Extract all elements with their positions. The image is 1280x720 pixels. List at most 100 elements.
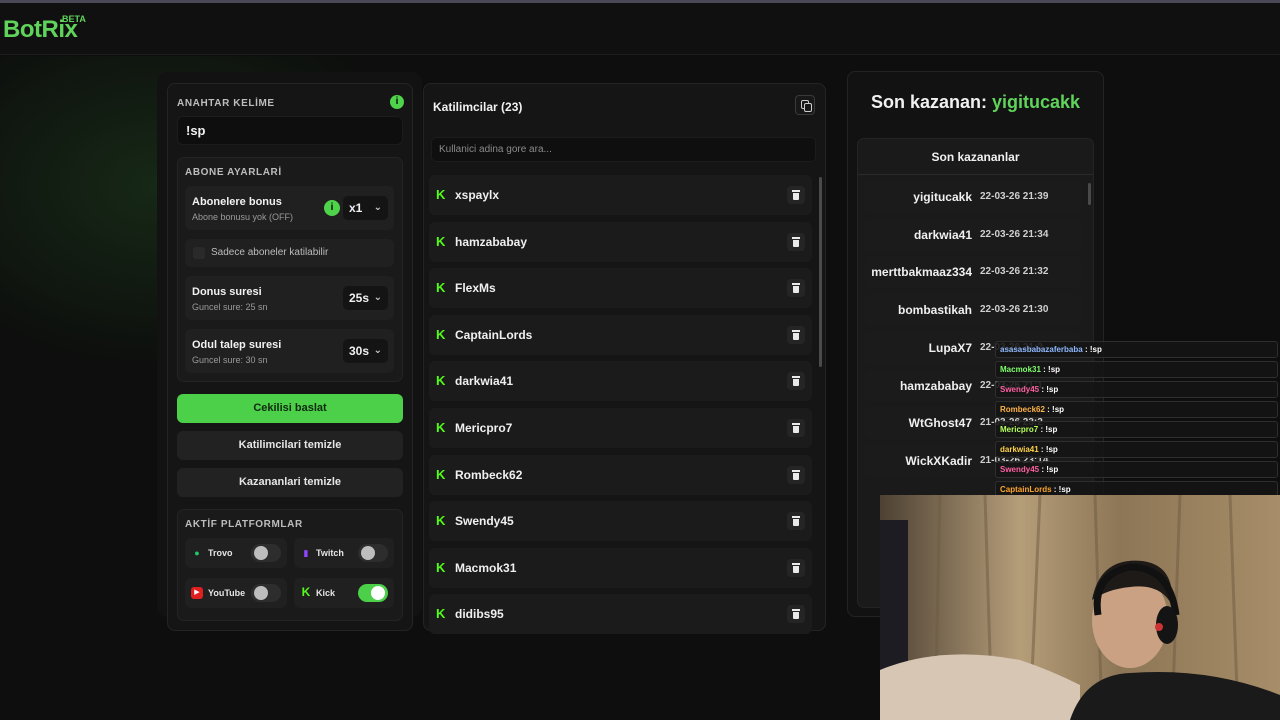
winner-row: yigitucakk 22-03-26 21:39 <box>864 181 1082 213</box>
chat-text: !sp <box>1046 385 1059 394</box>
last-winner-heading: Son kazanan: yigitucakk <box>847 92 1104 113</box>
chat-message: Macmok31 : !sp <box>995 361 1278 378</box>
subscriber-bonus-subtitle: Abone bonusu yok (OFF) <box>192 212 294 222</box>
recent-winners-divider <box>858 174 1093 175</box>
winner-name: darkwia41 <box>913 227 972 242</box>
kick-icon: K <box>436 373 446 389</box>
kick-icon: K <box>301 585 311 599</box>
active-platforms-label: AKTİF PLATFORMLAR <box>185 519 303 530</box>
participant-name: Macmok31 <box>455 560 517 575</box>
bonus-duration-subtitle: Guncel sure: 25 sn <box>192 302 268 312</box>
participants-title: Katilimcilar (23) <box>433 100 523 114</box>
winner-row: darkwia41 22-03-26 21:34 <box>864 218 1082 251</box>
winner-name: WtGhost47 <box>908 416 972 431</box>
only-subscribers-checkbox[interactable] <box>193 247 205 259</box>
chat-username: Swendy45 <box>1000 385 1040 394</box>
claim-duration-select[interactable]: 30s ⌄ <box>343 339 388 363</box>
platform-youtube-toggle[interactable] <box>251 584 281 602</box>
participant-row[interactable]: K CaptainLords <box>429 314 812 355</box>
kick-icon: K <box>436 326 446 342</box>
winner-name: bombastikah <box>897 303 972 318</box>
kick-icon: K <box>436 466 446 482</box>
chat-username: darkwia41 <box>1000 445 1039 454</box>
bonus-duration-select[interactable]: 25s ⌄ <box>343 286 388 310</box>
youtube-icon: ▶ <box>191 587 203 599</box>
trash-icon[interactable] <box>787 465 805 484</box>
chat-message: Swendy45 : !sp <box>995 381 1278 398</box>
chevron-down-icon: ⌄ <box>373 202 382 213</box>
subscriber-bonus-select-value: x1 <box>349 201 363 215</box>
participant-row[interactable]: Khamzababay <box>429 221 812 262</box>
subscriber-bonus-select[interactable]: x1 ⌄ <box>343 196 388 220</box>
participant-row[interactable]: K FlexMs <box>429 268 812 309</box>
claim-duration-select-value: 30s <box>349 344 370 358</box>
participant-row[interactable]: K Rombeck62 <box>429 454 812 495</box>
trash-icon[interactable] <box>787 186 805 204</box>
subscriber-bonus-info-icon[interactable]: i <box>324 200 340 216</box>
chat-text: !sp <box>1048 365 1061 374</box>
participant-search-input[interactable]: Kullanici adina gore ara... <box>431 137 816 162</box>
chat-text: !sp <box>1052 405 1065 414</box>
winner-name: hamzababay <box>899 378 972 393</box>
trash-icon[interactable] <box>787 419 805 437</box>
chat-separator: : <box>1044 405 1053 414</box>
trash-icon[interactable] <box>787 279 805 298</box>
chat-message: Rombeck62 : !sp <box>995 401 1278 418</box>
platform-kick-label: Kick <box>316 588 336 598</box>
participant-name: xspaylx <box>455 188 500 202</box>
keyword-label: ANAHTAR KELİME <box>177 98 275 109</box>
clear-winners-button[interactable]: Kazananlari temizle <box>177 468 403 497</box>
participant-row[interactable]: Kdarkwia41 <box>429 361 812 402</box>
platform-kick-toggle[interactable] <box>358 584 388 602</box>
chat-text: !sp <box>1045 445 1058 454</box>
twitch-icon: ▮ <box>303 548 309 558</box>
trash-icon[interactable] <box>787 605 805 624</box>
bonus-duration-select-value: 25s <box>349 291 370 305</box>
chat-separator: : <box>1051 485 1059 494</box>
winner-row: bombastikah 22-03-26 21:30 <box>864 294 1082 327</box>
only-subscribers-row[interactable]: Sadece aboneler katilabilir <box>185 239 394 267</box>
participant-row[interactable]: K Swendy45 <box>429 501 812 542</box>
keyword-info-icon[interactable]: i <box>390 95 404 109</box>
participant-row[interactable]: Kxspaylx <box>429 175 812 215</box>
chat-text: !sp <box>1058 485 1071 494</box>
kick-icon: K <box>436 233 446 249</box>
platform-twitch-row: ▮ Twitch <box>294 538 394 568</box>
claim-duration-subtitle: Guncel sure: 30 sn <box>192 355 268 365</box>
copy-icon[interactable] <box>795 95 815 115</box>
chat-text: !sp <box>1045 425 1058 434</box>
winner-date: 22-03-26 21:30 <box>980 304 1049 316</box>
trash-icon[interactable] <box>787 372 805 391</box>
clear-participants-button[interactable]: Katilimcilari temizle <box>177 431 403 460</box>
keyword-input[interactable]: !sp <box>177 116 403 145</box>
trash-icon[interactable] <box>787 558 805 577</box>
trash-icon[interactable] <box>787 512 805 531</box>
chat-message: Swendy45 : !sp <box>995 461 1278 478</box>
chat-text: !sp <box>1089 345 1102 354</box>
participant-row[interactable]: K Macmok31 <box>429 547 812 588</box>
participants-scrollbar[interactable] <box>819 177 822 367</box>
winners-scrollbar[interactable] <box>1088 183 1091 205</box>
trash-icon[interactable] <box>787 232 805 251</box>
platform-twitch-toggle[interactable] <box>358 544 388 562</box>
trash-icon[interactable] <box>787 325 805 344</box>
chat-separator: : <box>1040 365 1049 374</box>
trovo-icon: ● <box>194 548 200 558</box>
bonus-duration-row: Donus suresi Guncel sure: 25 sn 25s ⌄ <box>185 276 394 320</box>
chat-username: CaptainLords <box>1000 485 1052 494</box>
recent-winners-title: Son kazananlar <box>931 150 1020 164</box>
participant-name: Swendy45 <box>455 514 514 529</box>
winner-date: 22-03-26 21:32 <box>980 266 1049 278</box>
platform-trovo-toggle[interactable] <box>251 544 281 562</box>
chat-username: Mericpro7 <box>1000 425 1039 434</box>
kick-icon: K <box>436 606 446 622</box>
last-winner-prefix: Son kazanan: <box>870 92 987 112</box>
participant-row[interactable]: Kdidibs95 <box>429 594 812 635</box>
webcam-image <box>880 495 1280 720</box>
platform-twitch-label: Twitch <box>316 548 344 558</box>
kick-icon: K <box>436 187 446 202</box>
participant-row[interactable]: K Mericpro7 <box>429 408 812 448</box>
start-giveaway-button[interactable]: Cekilisi baslat <box>177 394 403 423</box>
participant-name: didibs95 <box>455 607 504 622</box>
participant-name: FlexMs <box>455 281 496 296</box>
